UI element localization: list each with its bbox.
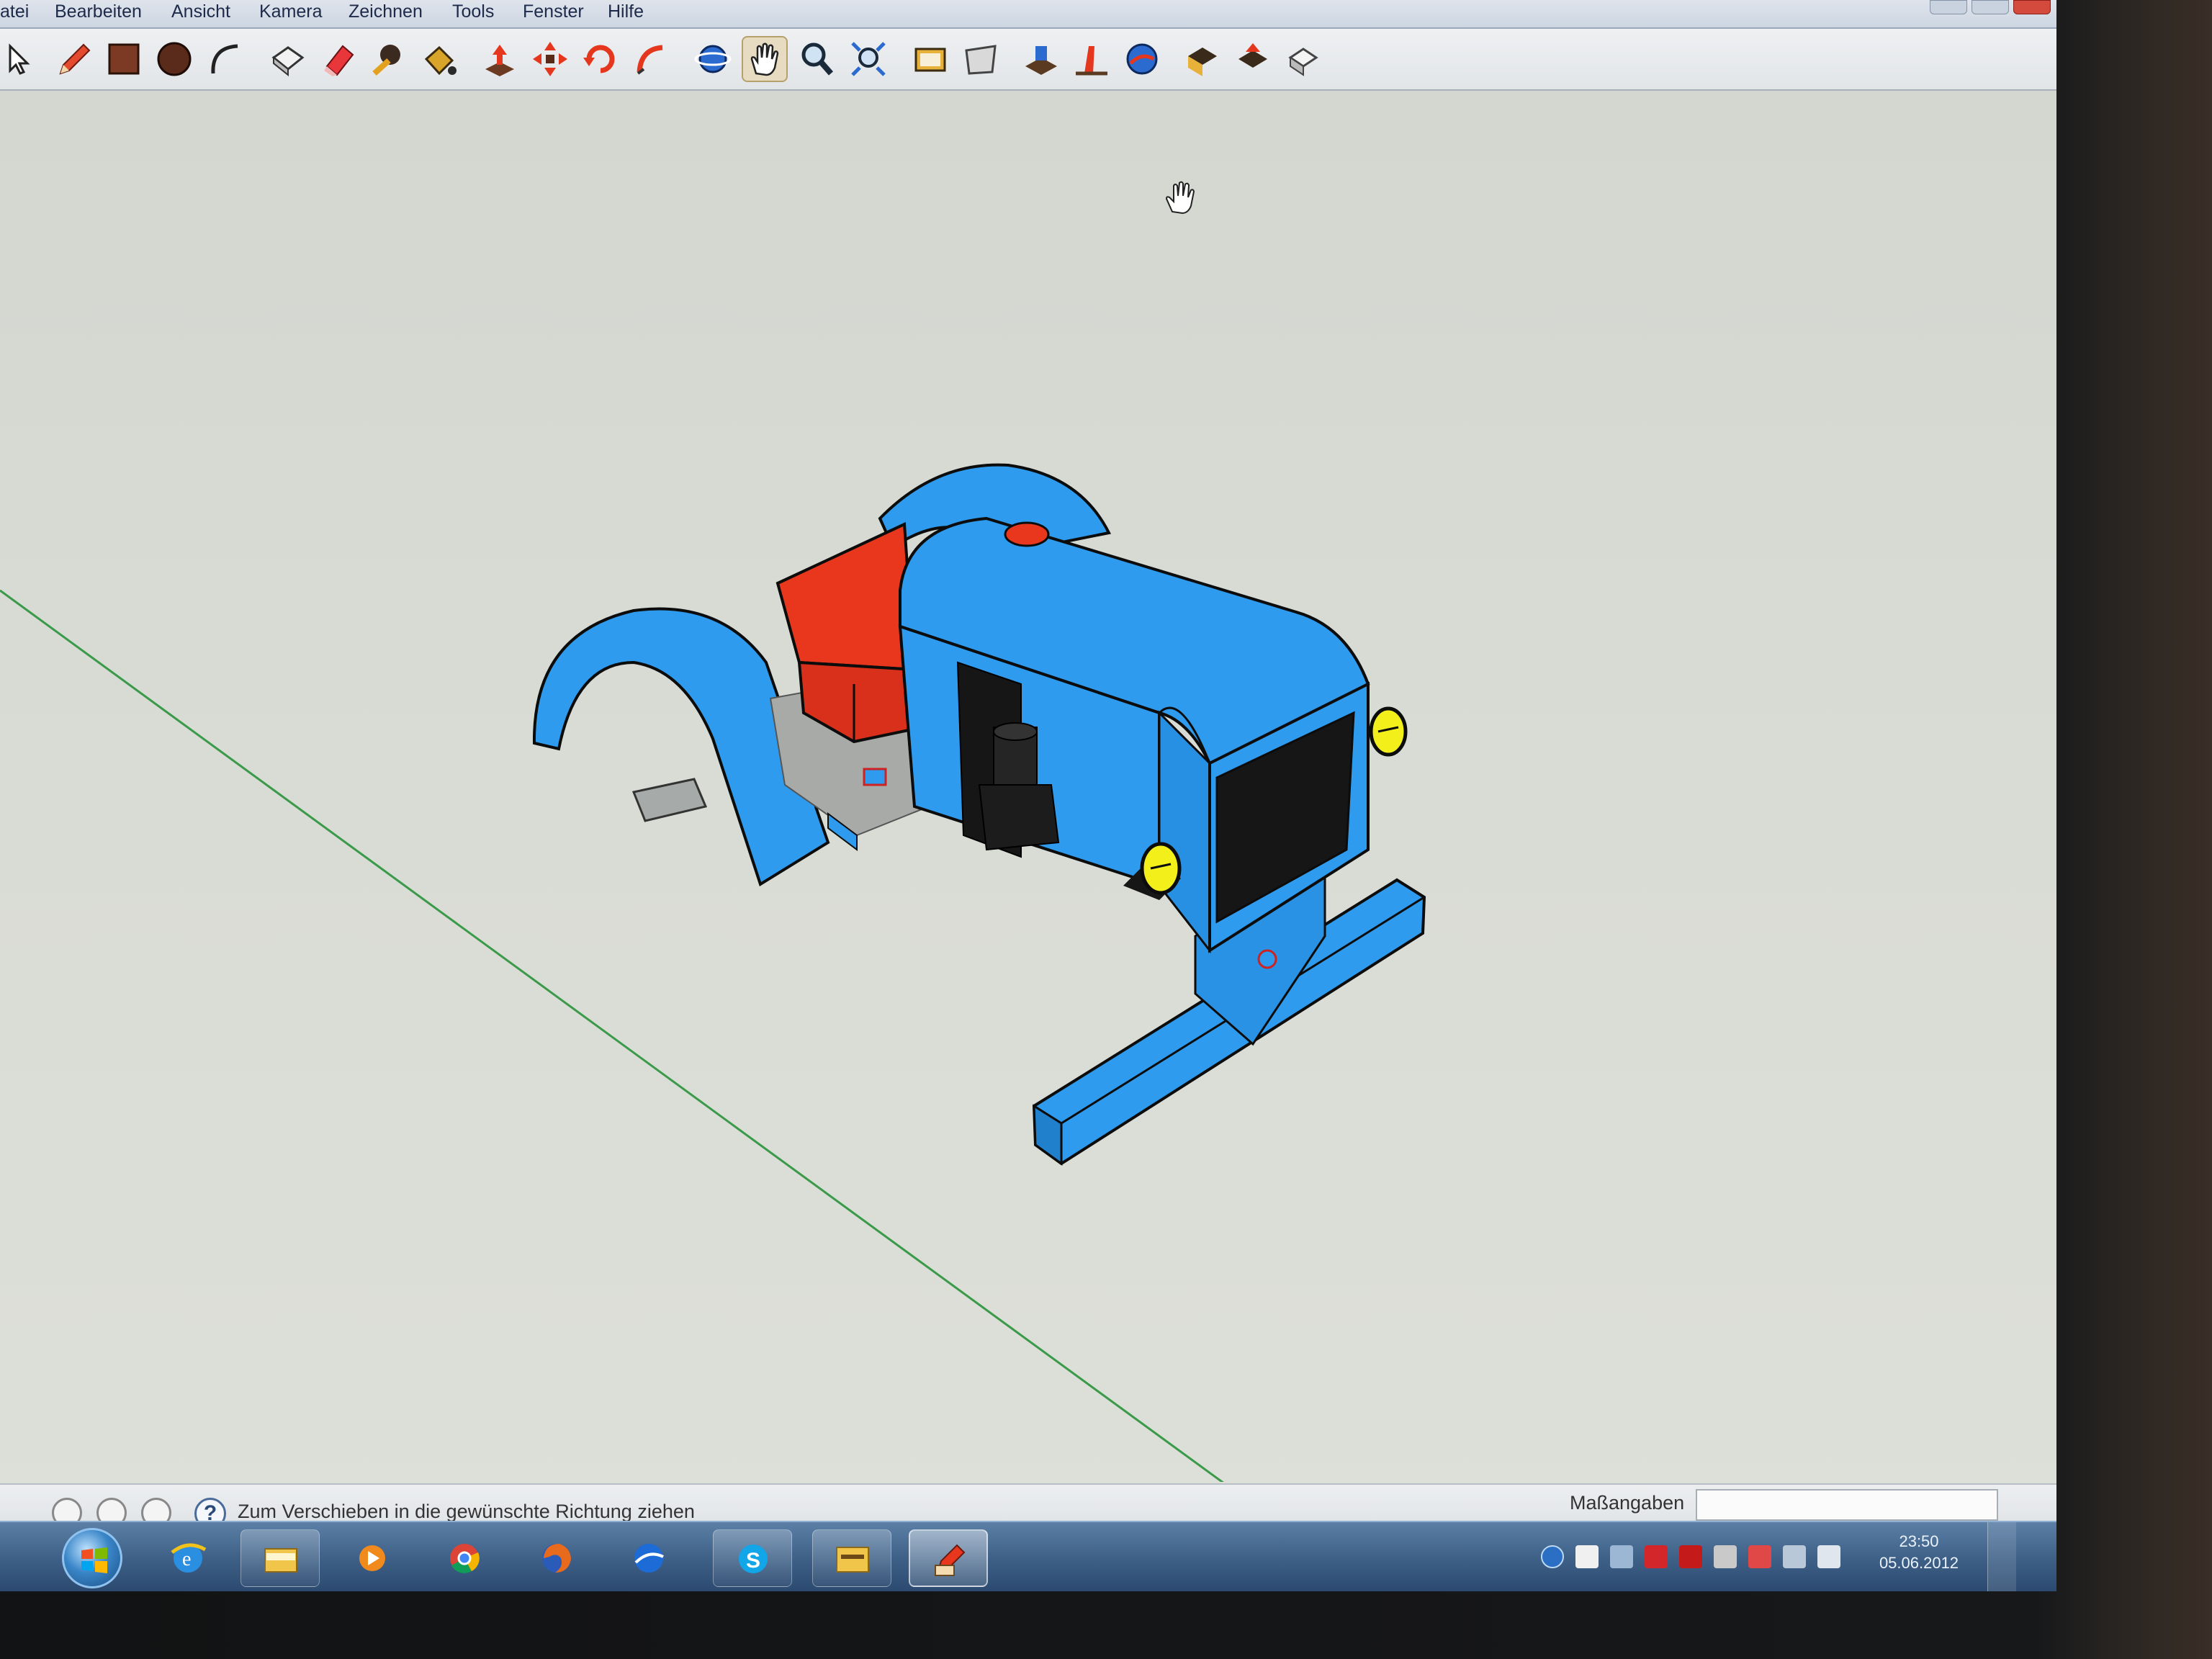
push-pull-icon[interactable] (478, 37, 521, 81)
action-center-icon[interactable] (1748, 1545, 1771, 1568)
model-canvas (0, 181, 1426, 1482)
sketchup-window: atei Bearbeiten Ansicht Kamera Zeichnen … (0, 0, 2056, 1591)
menu-kamera[interactable]: Kamera (259, 1, 323, 22)
menu-datei[interactable]: atei (0, 1, 29, 22)
drawing-area[interactable] (0, 92, 2056, 1482)
share-component-icon[interactable] (1231, 37, 1274, 81)
menu-bearbeiten[interactable]: Bearbeiten (55, 1, 142, 22)
clock-time: 23:50 (1899, 1532, 1939, 1550)
menu-hilfe[interactable]: Hilfe (608, 1, 644, 22)
clock-date: 05.06.2012 (1879, 1554, 1959, 1572)
start-button[interactable] (62, 1528, 122, 1588)
menu-tools[interactable]: Tools (452, 1, 494, 22)
show-desktop-button[interactable] (1987, 1522, 2016, 1591)
monitor-photo: atei Bearbeiten Ansicht Kamera Zeichnen … (0, 0, 2212, 1659)
tape-measure-icon[interactable] (367, 37, 410, 81)
extension-warehouse-icon[interactable] (1282, 37, 1325, 81)
zoom-icon[interactable] (795, 37, 838, 81)
menu-fenster[interactable]: Fenster (523, 1, 584, 22)
chrome-icon[interactable] (425, 1529, 504, 1587)
measurements-field[interactable] (1696, 1489, 1998, 1521)
make-component-icon[interactable] (266, 37, 310, 81)
svg-text:e: e (182, 1548, 191, 1570)
skype-icon[interactable]: S (713, 1529, 792, 1587)
pan-icon[interactable] (742, 36, 788, 82)
sketchup-icon[interactable] (909, 1529, 988, 1587)
zoom-extents-icon[interactable] (847, 37, 890, 81)
eraser-icon[interactable] (317, 37, 360, 81)
speaker-small-icon[interactable] (1714, 1545, 1737, 1568)
main-toolbar (0, 29, 2056, 91)
google-earth-icon[interactable] (1120, 37, 1164, 81)
pencil-icon[interactable] (52, 37, 95, 81)
device-icon[interactable] (1610, 1545, 1633, 1568)
volume-icon[interactable] (1817, 1545, 1840, 1568)
close-button[interactable] (2013, 0, 2051, 14)
maximize-button[interactable] (1972, 0, 2009, 14)
follow-me-icon[interactable] (629, 37, 673, 81)
rotate-icon[interactable] (579, 37, 622, 81)
paint-bucket-icon[interactable] (418, 37, 461, 81)
svg-text:S: S (746, 1549, 760, 1573)
menu-bar: atei Bearbeiten Ansicht Kamera Zeichnen … (0, 0, 2056, 29)
ati-icon[interactable] (1679, 1545, 1702, 1568)
get-models-warehouse-icon[interactable] (1181, 37, 1224, 81)
measurements-label: Maßangaben (1570, 1492, 1685, 1514)
sketchup-folder-icon[interactable] (812, 1529, 891, 1587)
windows-logo-icon (81, 1547, 107, 1573)
headlight-right (1369, 706, 1408, 757)
network-bars-icon[interactable] (1783, 1545, 1806, 1568)
toggle-terrain-icon[interactable] (1070, 37, 1113, 81)
circle-icon[interactable] (153, 37, 196, 81)
rectangle-icon[interactable] (102, 37, 145, 81)
menu-ansicht[interactable]: Ansicht (171, 1, 230, 22)
file-explorer-icon[interactable] (240, 1529, 320, 1587)
menu-zeichnen[interactable]: Zeichnen (349, 1, 423, 22)
hand-cursor (1165, 181, 1195, 215)
status-text: Zum Verschieben in die gewünschte Richtu… (238, 1501, 695, 1522)
select-icon[interactable] (0, 37, 39, 81)
arc-icon[interactable] (203, 37, 246, 81)
add-location-icon[interactable] (1020, 37, 1063, 81)
google-earth-icon[interactable] (609, 1529, 688, 1587)
media-player-icon[interactable] (333, 1529, 412, 1587)
clock[interactable]: 23:50 05.06.2012 (1872, 1531, 1966, 1574)
firefox-icon[interactable] (517, 1529, 596, 1587)
orbit-icon[interactable] (691, 37, 734, 81)
windows-taskbar: e S 23:50 05.06.2012 (0, 1521, 2056, 1591)
window-controls (1907, 0, 2051, 16)
notes-icon[interactable] (1575, 1545, 1599, 1568)
internet-explorer-icon[interactable]: e (148, 1529, 228, 1587)
step-bar (631, 778, 708, 822)
minimize-button[interactable] (1930, 0, 1967, 14)
share-model-icon[interactable] (959, 37, 1002, 81)
network-status-icon[interactable] (1541, 1545, 1564, 1568)
crank-mount (1257, 949, 1277, 969)
get-models-icon[interactable] (909, 37, 952, 81)
move-icon[interactable] (529, 37, 572, 81)
adobe-icon[interactable] (1645, 1545, 1668, 1568)
